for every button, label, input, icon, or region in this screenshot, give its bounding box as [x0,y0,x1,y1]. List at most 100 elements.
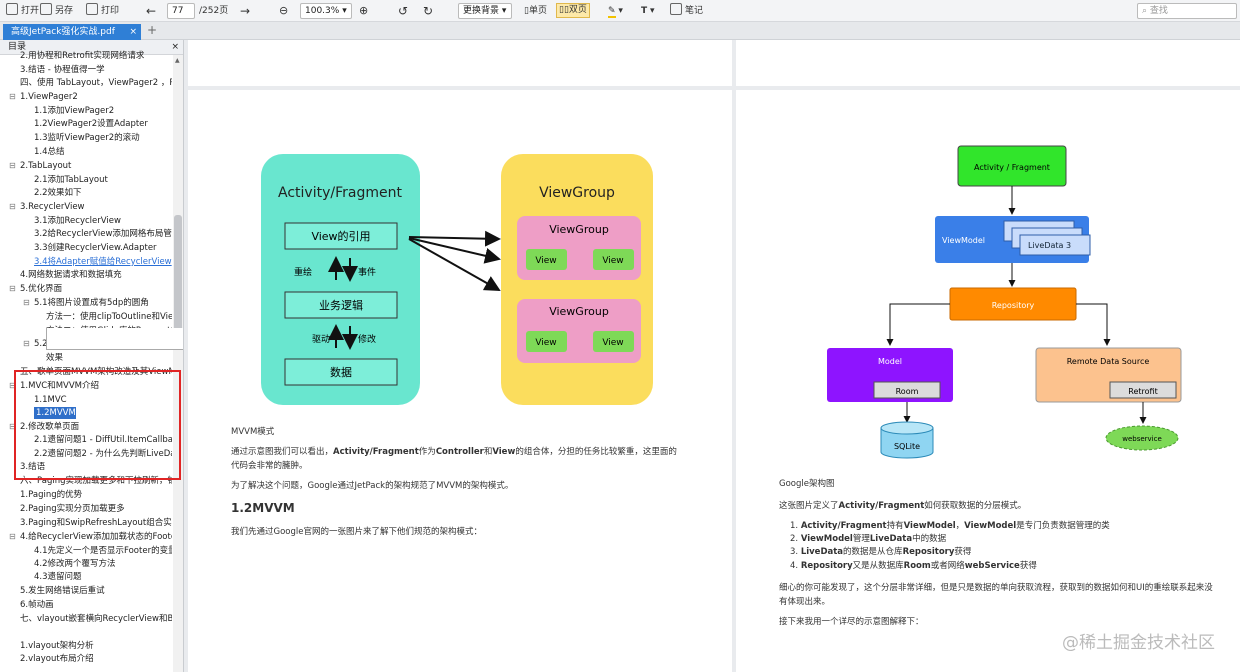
toc-item[interactable]: 3.RecyclerView [20,201,172,213]
toc-item[interactable]: 1.vlayout架构分析 [20,640,172,652]
toc-item[interactable]: 4.给RecyclerView添加加载状态的Footer [20,531,172,543]
toc-item[interactable]: 3.3创建RecyclerView.Adapter [34,242,172,254]
close-sidebar-icon[interactable]: × [171,40,179,55]
tree-toggle-icon[interactable]: ⊟ [9,160,16,172]
text-color-button[interactable]: T ▾ [641,3,655,19]
list-item-2: 2. ViewModel管理LiveData中的数据 [790,534,947,544]
toc-item[interactable]: 5.发生网络错误后重试 [20,585,172,597]
figure-caption: MVVM模式 [231,427,275,437]
logic-label: 业务逻辑 [319,298,363,312]
page-number-input[interactable]: 77 [167,3,195,19]
folder-icon [6,3,18,15]
prev-page-icon[interactable]: ← [146,3,156,19]
event-label: 事件 [358,266,376,278]
toc-sidebar: 目录 × 2.用协程和Retrofit实现网络请求 3.结语 - 协程值得一学 四、… [0,40,184,672]
mvvm-diagram: Activity/Fragment View的引用 重绘 事件 业务逻辑 驱动 … [261,154,653,405]
toc-item[interactable]: 1.3监听ViewPager2的滚动 [34,132,172,144]
arrow-repo-model [886,303,950,346]
paragraph-1-line2: 代码会非常的臃肿。 [231,461,308,471]
toc-item[interactable]: 2.1添加TabLayout [34,174,172,186]
scrollbar-thumb[interactable] [174,215,182,340]
zoom-select[interactable]: 100.3% ▾ [300,3,352,19]
toc-item[interactable]: 4.3遗留问题 [34,571,172,583]
model-label: Model [878,357,902,366]
close-tab-icon[interactable]: × [129,24,137,40]
tree-toggle-icon[interactable]: ⊟ [23,338,30,350]
double-page-button[interactable]: ▯▯双页 [556,3,590,18]
zoom-in-icon[interactable]: ⊕ [359,3,368,19]
background-select[interactable]: 更换背景 ▾ [458,3,512,19]
retrofit-label: Retrofit [1128,387,1157,396]
right-paragraph-2: 细心的你可能发现了，这个分层非常详细，但是只是数据的单向获取流程，获取到的数据如… [779,583,1213,593]
open-button[interactable]: 打开 [6,3,39,19]
toc-item[interactable]: 1.2ViewPager2设置Adapter [34,118,172,130]
toc-item[interactable]: 3.2给RecyclerView添加网格布局管理 [34,228,172,240]
redraw-label: 重绘 [294,266,312,278]
google-architecture-diagram: Activity / Fragment ViewModel LiveData 3… [827,145,1182,459]
room-label: Room [896,387,919,396]
single-page-button[interactable]: ▯单页 [524,3,547,19]
toc-item[interactable]: 2.TabLayout [20,160,172,172]
toc-item[interactable]: 四、使用 TabLayout，ViewPager2 ，RecyclerView [20,77,172,89]
toc-item[interactable]: 2.2效果如下 [34,187,172,199]
toc-item[interactable]: 1.Paging的优势 [20,489,172,501]
tree-toggle-icon[interactable]: ⊟ [23,297,30,309]
scroll-up-icon[interactable]: ▲ [175,57,180,64]
toc-item[interactable]: 方法一：使用clipToOutline和View [46,311,172,323]
tree-toggle-icon[interactable]: ⊟ [9,531,16,543]
paragraph-1: 通过示意图我们可以看出，Activity/Fragment作为Controlle… [231,447,677,457]
right-paragraph-3: 接下来我用一个详尽的示意图解释下： [779,617,924,627]
note-icon [670,3,682,15]
rotate-left-icon[interactable]: ↺ [398,3,408,19]
toc-item[interactable]: 3.4将Adapter赋值给RecyclerView [34,256,172,268]
add-tab-icon[interactable]: + [147,23,157,37]
next-page-icon[interactable]: → [240,3,250,19]
search-input[interactable]: ⌕ 查找 [1137,3,1237,19]
remote-label: Remote Data Source [1067,357,1150,366]
list-item-4: 4. Repository又是从数据库Room或者网络webService获得 [790,561,1037,571]
toc-item[interactable]: 3.Paging和SwipRefreshLayout组合实现 [20,517,172,529]
view-ref-label: View的引用 [311,229,370,243]
toc-item[interactable]: 3.1添加RecyclerView [34,215,172,227]
tree-toggle-icon[interactable]: ⊟ [9,91,16,103]
rotate-right-icon[interactable]: ↻ [423,3,433,19]
ref-arrow-2 [408,237,501,264]
toc-item[interactable]: 4.2修改两个覆写方法 [34,558,172,570]
previous-page-left [188,40,732,86]
toc-item[interactable]: 2.vlayout布局介绍 [20,653,172,665]
toc-tooltip [46,328,183,350]
toc-item[interactable]: 6.帧动画 [20,599,172,611]
toc-item[interactable]: 4.网络数据请求和数据填充 [20,269,172,281]
toc-item[interactable]: 5.1将图片设置成有5dp的圆角 [34,297,172,309]
save-icon [40,3,52,15]
search-icon: ⌕ [1142,6,1148,16]
af-title: Activity/Fragment [278,185,402,201]
toc-item[interactable]: 5.优化界面 [20,283,172,295]
notes-button[interactable]: 笔记 [670,3,703,19]
sidebar-scrollbar[interactable]: ▲ [173,55,183,672]
save-as-button[interactable]: 另存 [40,3,73,19]
modify-label: 修改 [358,333,376,345]
right-intro: 这张图片定义了Activity/Fragment如何获取数据的分层模式。 [779,501,1027,511]
zoom-out-icon[interactable]: ⊖ [279,3,288,19]
toc-item[interactable]: 七、vlayout嵌套横向RecyclerView和Banner [20,613,172,625]
toc-item[interactable]: 2.Paging实现分页加载更多 [20,503,172,515]
toc-item[interactable]: 3.结语 - 协程值得一学 [20,64,172,76]
list-item-1: 1. Activity/Fragment持有ViewModel，ViewMode… [790,521,1110,531]
document-tab[interactable]: 高级JetPack强化实战.pdf × [3,24,141,40]
toc-item[interactable]: 1.ViewPager2 [20,91,172,103]
viewgroup-title: ViewGroup [539,185,615,201]
tree-toggle-icon[interactable]: ⊟ [9,201,16,213]
highlight-button[interactable]: ✎ ▾ [608,3,623,19]
previous-page-right [736,40,1240,86]
data-label: 数据 [330,365,352,379]
toc-item[interactable]: 效果 [46,352,172,364]
highlighter-icon: ✎ [608,6,616,18]
toc-item[interactable]: 2.用协程和Retrofit实现网络请求 [20,50,172,62]
toc-item[interactable]: 1.4总结 [34,146,172,158]
toc-item[interactable]: 1.1添加ViewPager2 [34,105,172,117]
livedata-label: LiveData 3 [1028,241,1071,250]
print-button[interactable]: 打印 [86,3,119,19]
tree-toggle-icon[interactable]: ⊟ [9,283,16,295]
toc-item[interactable]: 4.1先定义一个是否显示Footer的变量 [34,545,172,557]
